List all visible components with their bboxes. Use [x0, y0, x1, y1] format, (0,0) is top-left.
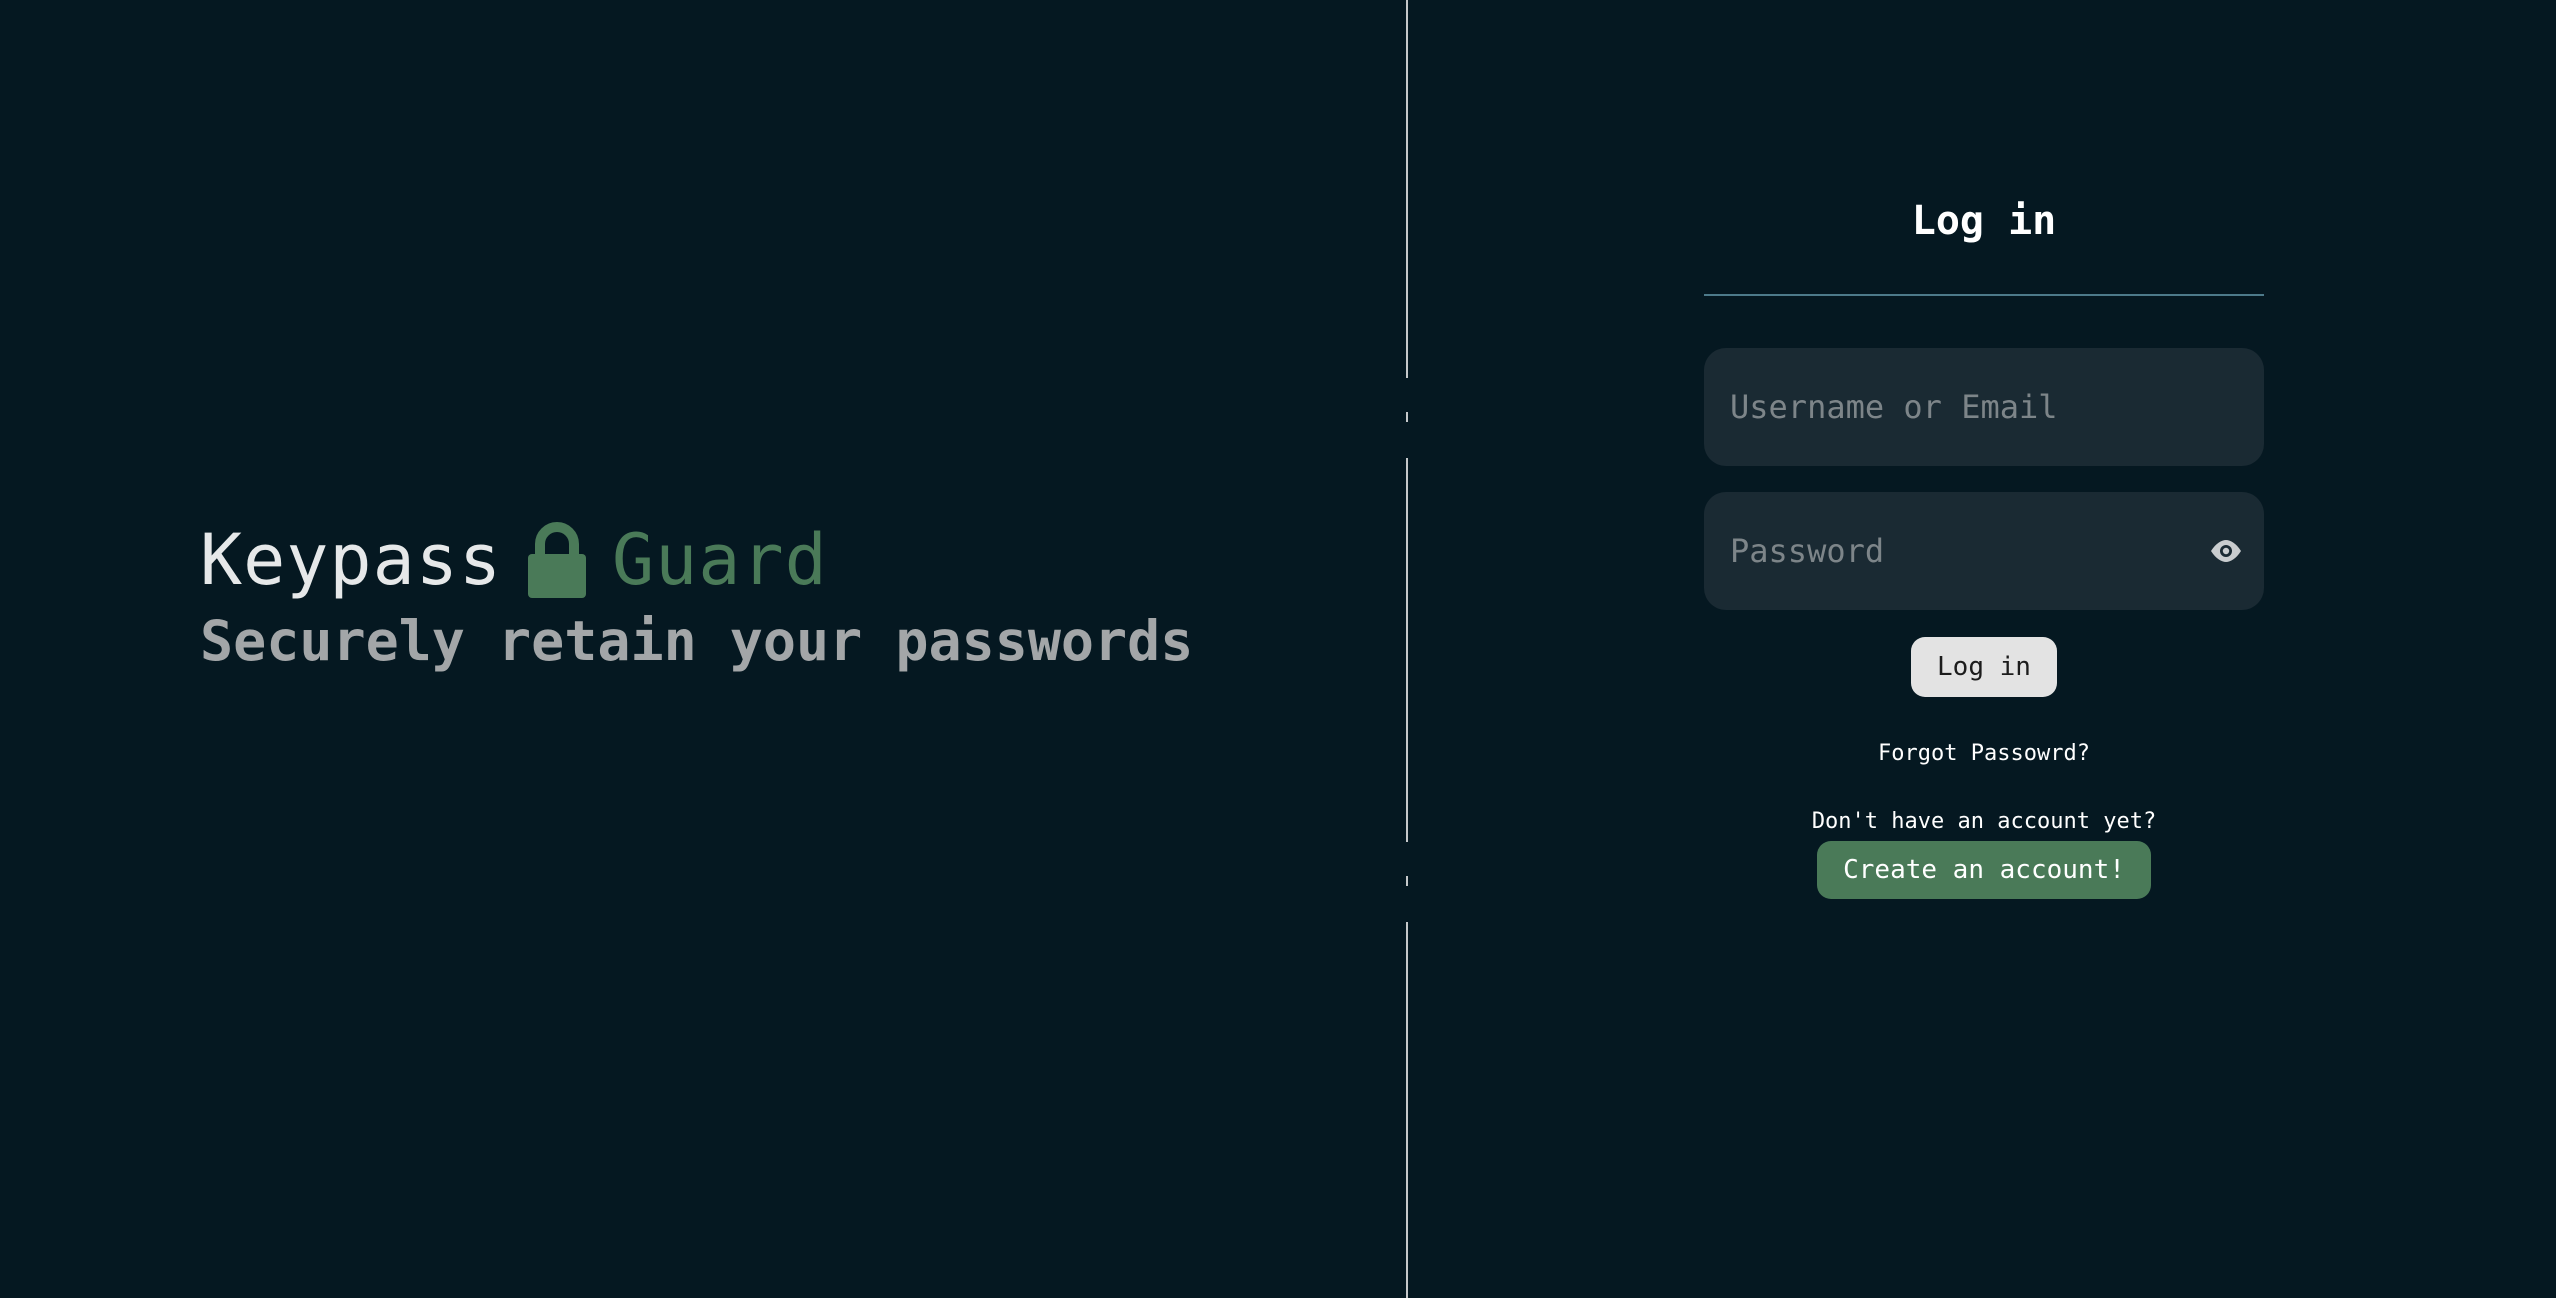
brand-accent: Guard — [612, 519, 828, 601]
login-button-row: Log in — [1704, 637, 2264, 697]
login-button[interactable]: Log in — [1911, 637, 2057, 697]
login-page: Keypass Guard Securely retain your passw… — [0, 0, 2556, 1298]
forgot-password-link[interactable]: Forgot Passowrd? — [1704, 739, 2264, 769]
username-input[interactable] — [1704, 348, 2264, 466]
brand-name: Keypass — [200, 519, 503, 601]
brand-panel: Keypass Guard Securely retain your passw… — [200, 520, 1193, 676]
create-account-button[interactable]: Create an account! — [1817, 841, 2151, 899]
divider-segment — [1406, 458, 1408, 842]
password-input[interactable] — [1704, 492, 2264, 610]
brand-logo: Keypass Guard — [200, 520, 1193, 600]
divider-segment — [1406, 0, 1408, 378]
lock-icon — [526, 522, 588, 598]
divider-segment — [1406, 876, 1408, 886]
no-account-text: Don't have an account yet? — [1811, 809, 2157, 834]
divider-segment — [1406, 922, 1408, 1298]
password-field — [1704, 492, 2264, 610]
title-divider — [1704, 294, 2264, 296]
panel-divider — [1406, 0, 1408, 1298]
login-title: Log in — [1911, 198, 2057, 244]
username-field — [1704, 348, 2264, 466]
brand-tagline: Securely retain your passwords — [200, 609, 1194, 673]
login-form: Log in Log in Forgot Passowrd? Don't hav… — [1704, 185, 2264, 899]
divider-segment — [1406, 412, 1408, 422]
eye-icon[interactable] — [2210, 540, 2242, 562]
create-account-row: Create an account! — [1704, 841, 2264, 899]
